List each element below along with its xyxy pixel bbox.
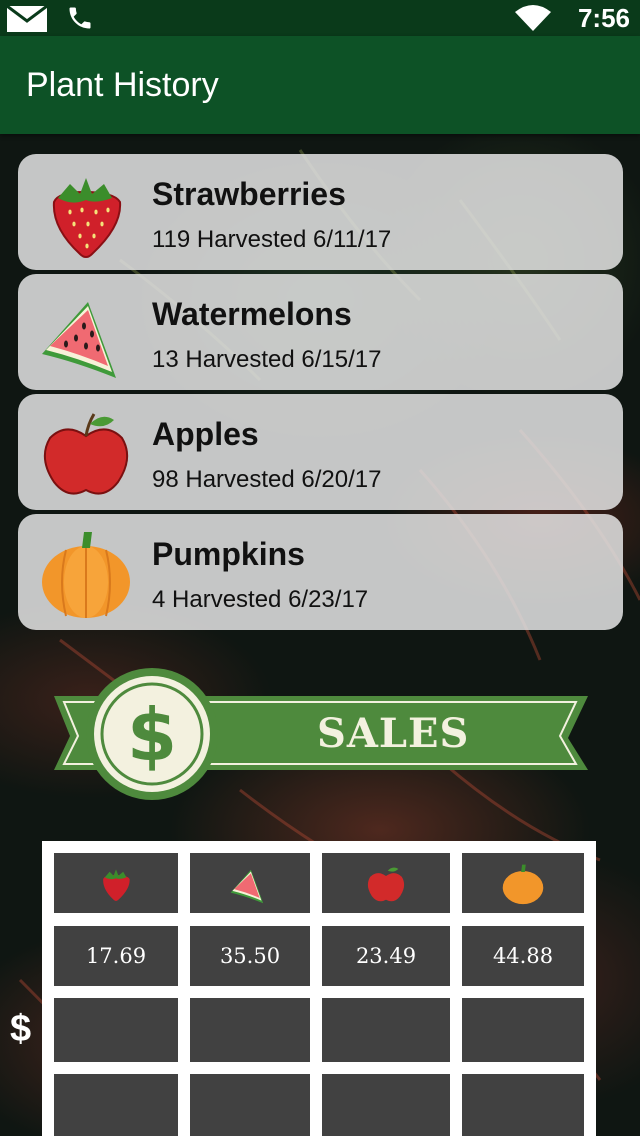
strawberry-icon bbox=[52, 178, 122, 258]
wifi-icon bbox=[515, 5, 551, 31]
sales-price-apples: 23.49 bbox=[355, 944, 417, 968]
apple-icon bbox=[43, 413, 129, 495]
pumpkin-icon bbox=[42, 532, 130, 618]
pumpkin-icon bbox=[502, 864, 544, 905]
status-bar: 7:56 bbox=[0, 0, 640, 36]
sales-empty-cell bbox=[322, 1074, 450, 1136]
mail-icon bbox=[6, 5, 48, 32]
plant-card-watermelons[interactable]: Watermelons 13 Harvested 6/15/17 bbox=[18, 274, 623, 390]
sales-empty-cell bbox=[54, 1074, 178, 1136]
sales-empty-cell bbox=[462, 998, 584, 1062]
sales-banner: $ SALES bbox=[52, 666, 592, 806]
sales-price-cell: 17.69 bbox=[54, 926, 178, 986]
sales-dollar-label: $ bbox=[10, 1008, 32, 1050]
sales-price-watermelons: 35.50 bbox=[219, 944, 281, 968]
plant-card-pumpkins[interactable]: Pumpkins 4 Harvested 6/23/17 bbox=[18, 514, 623, 630]
sales-price-cell: 35.50 bbox=[190, 926, 310, 986]
sales-empty-cell bbox=[322, 998, 450, 1062]
apple-icon bbox=[367, 867, 405, 902]
sales-header-pumpkin bbox=[462, 853, 584, 913]
sales-empty-cell bbox=[190, 998, 310, 1062]
sales-label: SALES bbox=[317, 710, 470, 757]
sales-price-cell: 44.88 bbox=[462, 926, 584, 986]
plant-name: Strawberries bbox=[152, 176, 346, 212]
sales-header-apple bbox=[322, 853, 450, 913]
plant-history-list: Strawberries 119 Harvested 6/11/17 Water… bbox=[18, 154, 623, 634]
plant-name: Apples bbox=[152, 416, 259, 452]
sales-price-pumpkins: 44.88 bbox=[492, 944, 554, 968]
phone-icon bbox=[69, 7, 91, 29]
page-title: Plant History bbox=[26, 66, 219, 104]
plant-harvest-detail: 98 Harvested 6/20/17 bbox=[152, 466, 382, 493]
sales-empty-cell bbox=[190, 1074, 310, 1136]
strawberry-icon bbox=[103, 869, 130, 901]
sales-empty-cell bbox=[54, 998, 178, 1062]
plant-harvest-detail: 4 Harvested 6/23/17 bbox=[152, 586, 369, 613]
watermelon-icon bbox=[230, 869, 264, 904]
sales-header-strawberry bbox=[54, 853, 178, 913]
plant-card-strawberries[interactable]: Strawberries 119 Harvested 6/11/17 bbox=[18, 154, 623, 270]
svg-text:$: $ bbox=[127, 696, 177, 772]
sales-price-cell: 23.49 bbox=[322, 926, 450, 986]
watermelon-icon bbox=[42, 302, 116, 378]
sales-table: 17.69 35.50 23.49 44.88 bbox=[42, 841, 596, 1136]
plant-card-apples[interactable]: Apples 98 Harvested 6/20/17 bbox=[18, 394, 623, 510]
sales-header-watermelon bbox=[190, 853, 310, 913]
plant-name: Watermelons bbox=[152, 296, 352, 332]
plant-name: Pumpkins bbox=[152, 536, 305, 572]
clock-time: 7:56 bbox=[577, 3, 630, 33]
dollar-icon: $ bbox=[127, 696, 177, 772]
plant-harvest-detail: 13 Harvested 6/15/17 bbox=[152, 346, 382, 373]
sales-empty-cell bbox=[462, 1074, 584, 1136]
plant-harvest-detail: 119 Harvested 6/11/17 bbox=[152, 226, 392, 253]
app-bar: Plant History bbox=[0, 36, 640, 134]
sales-price-strawberries: 17.69 bbox=[85, 944, 147, 968]
